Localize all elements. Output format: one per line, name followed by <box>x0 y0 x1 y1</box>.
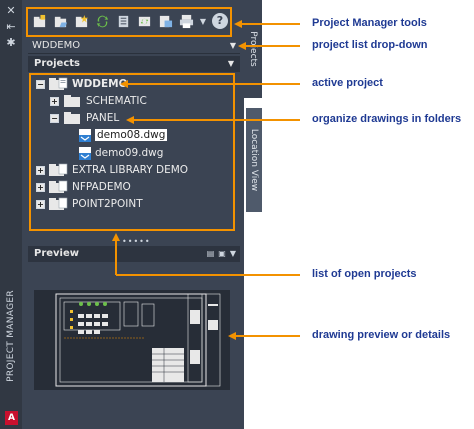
details-view-icon[interactable]: ▤ <box>207 246 215 262</box>
properties-icon[interactable]: ✱ <box>3 36 19 50</box>
drawing-thumbnail <box>55 293 221 387</box>
chevron-down-icon[interactable]: ▼ <box>230 246 236 262</box>
tab-location-label: Location View <box>249 128 259 192</box>
tab-location-view[interactable]: Location View <box>246 108 262 212</box>
annotation-folders: organize drawings in folders <box>312 113 462 125</box>
callout-box-tree <box>29 73 235 231</box>
chevron-down-icon: ▼ <box>227 59 234 68</box>
close-icon[interactable]: ✕ <box>3 4 19 18</box>
preview-section-title: Preview <box>34 248 80 259</box>
annotation-preview: drawing preview or details <box>312 329 451 341</box>
drawing-preview <box>34 290 230 390</box>
pane-splitter[interactable]: ••••• <box>122 237 151 246</box>
tab-projects[interactable]: Projects <box>244 0 262 98</box>
projects-section-title: Projects <box>34 58 81 69</box>
annotation-active-project: active project <box>312 77 383 89</box>
selected-project: WDDEMO <box>32 40 81 51</box>
autohide-icon[interactable]: ⇤ <box>3 20 19 34</box>
projects-section-header[interactable]: Projects ▼ <box>28 56 240 72</box>
annotation-dropdown: project list drop-down <box>312 39 428 51</box>
annotation-open-projects: list of open projects <box>312 268 417 280</box>
preview-section-header[interactable]: Preview ▤ ▣ ▼ <box>28 246 240 262</box>
app-logo: A <box>5 411 18 425</box>
tab-projects-label: Projects <box>248 31 258 67</box>
palette-strip: ✕ ⇤ ✱ PROJECT MANAGER A <box>0 0 22 429</box>
callout-box-tools <box>26 7 232 37</box>
palette-title: PROJECT MANAGER <box>6 290 16 382</box>
annotation-tools: Project Manager tools <box>312 17 427 29</box>
chevron-down-icon: ▼ <box>229 41 236 50</box>
preview-view-icon[interactable]: ▣ <box>218 246 226 262</box>
project-list-dropdown[interactable]: WDDEMO ▼ <box>28 37 240 54</box>
